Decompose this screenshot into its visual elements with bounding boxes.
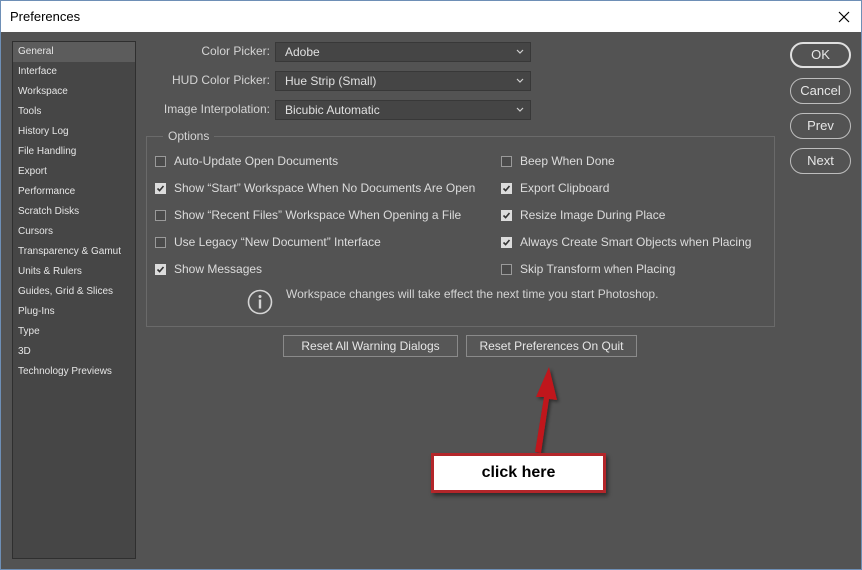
checkbox[interactable] [501, 263, 512, 275]
checkmark-icon [502, 184, 511, 192]
checkbox[interactable] [155, 209, 166, 221]
checkbox[interactable] [155, 236, 166, 248]
color-picker-select[interactable]: Adobe [275, 42, 531, 62]
option-label: Always Create Smart Objects when Placing [520, 235, 752, 249]
hud-color-picker-label: HUD Color Picker: [171, 73, 270, 87]
checkbox[interactable] [501, 155, 512, 167]
hud-color-picker-select[interactable]: Hue Strip (Small) [275, 71, 531, 91]
chevron-down-icon [516, 78, 524, 83]
option-checkbox-row[interactable]: Auto-Update Open Documents [155, 153, 338, 169]
checkmark-icon [156, 184, 165, 192]
sidebar: General Interface Workspace Tools History Lo… [12, 41, 136, 559]
hud-color-picker-value: Hue Strip (Small) [285, 74, 377, 88]
option-checkbox-row[interactable]: Skip Transform when Placing [501, 261, 675, 277]
option-label: Show “Start” Workspace When No Documents… [174, 181, 476, 195]
checkmark-icon [156, 265, 165, 273]
reset-preferences-on-quit-button[interactable]: Reset Preferences On Quit [466, 335, 637, 357]
checkmark-icon [502, 211, 511, 219]
color-picker-label: Color Picker: [201, 44, 270, 58]
sidebar-item-export[interactable]: Export [13, 162, 135, 182]
sidebar-item-type[interactable]: Type [13, 322, 135, 342]
preferences-dialog: Preferences General Interface Workspace Too… [0, 0, 862, 570]
chevron-down-icon [516, 49, 524, 54]
close-icon [838, 11, 850, 22]
checkbox[interactable] [155, 155, 166, 167]
checkbox[interactable] [501, 236, 512, 248]
option-checkbox-row[interactable]: Use Legacy “New Document” Interface [155, 234, 381, 250]
sidebar-item-transparency-gamut[interactable]: Transparency & Gamut [13, 242, 135, 262]
checkbox[interactable] [501, 182, 512, 194]
info-message: Workspace changes will take effect the n… [286, 287, 659, 301]
option-checkbox-row[interactable]: Show Messages [155, 261, 262, 277]
image-interpolation-value: Bicubic Automatic [285, 103, 380, 117]
sidebar-item-units-rulers[interactable]: Units & Rulers [13, 262, 135, 282]
sidebar-item-cursors[interactable]: Cursors [13, 222, 135, 242]
chevron-down-icon [516, 107, 524, 112]
window-title: Preferences [10, 9, 81, 24]
dialog-body: General Interface Workspace Tools History Lo… [1, 32, 861, 569]
option-label: Use Legacy “New Document” Interface [174, 235, 381, 249]
next-button[interactable]: Next [790, 148, 851, 174]
sidebar-item-scratch-disks[interactable]: Scratch Disks [13, 202, 135, 222]
image-interpolation-select[interactable]: Bicubic Automatic [275, 100, 531, 120]
title-bar: Preferences [1, 1, 861, 32]
prev-button[interactable]: Prev [790, 113, 851, 139]
sidebar-item-performance[interactable]: Performance [13, 182, 135, 202]
sidebar-item-technology-previews[interactable]: Technology Previews [13, 362, 135, 382]
color-picker-value: Adobe [285, 45, 320, 59]
option-checkbox-row[interactable]: Show “Recent Files” Workspace When Openi… [155, 207, 461, 223]
option-label: Export Clipboard [520, 181, 610, 195]
option-label: Resize Image During Place [520, 208, 666, 222]
sidebar-item-history-log[interactable]: History Log [13, 122, 135, 142]
image-interpolation-label: Image Interpolation: [163, 102, 270, 116]
checkmark-icon [502, 238, 511, 246]
checkbox[interactable] [155, 182, 166, 194]
ok-button[interactable]: OK [790, 42, 851, 68]
reset-warning-dialogs-button[interactable]: Reset All Warning Dialogs [283, 335, 458, 357]
option-label: Show “Recent Files” Workspace When Openi… [174, 208, 462, 222]
option-checkbox-row[interactable]: Beep When Done [501, 153, 615, 169]
checkbox[interactable] [501, 209, 512, 221]
cancel-button[interactable]: Cancel [790, 78, 851, 104]
options-title: Options [163, 129, 215, 143]
close-button[interactable] [827, 1, 861, 32]
option-checkbox-row[interactable]: Show “Start” Workspace When No Documents… [155, 180, 475, 196]
option-label: Beep When Done [520, 154, 615, 168]
sidebar-item-file-handling[interactable]: File Handling [13, 142, 135, 162]
click-here-callout: click here [431, 453, 606, 493]
option-checkbox-row[interactable]: Resize Image During Place [501, 207, 665, 223]
option-checkbox-row[interactable]: Always Create Smart Objects when Placing [501, 234, 751, 250]
option-checkbox-row[interactable]: Export Clipboard [501, 180, 609, 196]
sidebar-item-plug-ins[interactable]: Plug-Ins [13, 302, 135, 322]
checkbox[interactable] [155, 263, 166, 275]
option-label: Auto-Update Open Documents [174, 154, 339, 168]
option-label: Skip Transform when Placing [520, 262, 676, 276]
info-icon [247, 289, 273, 315]
sidebar-item-guides-grid-slices[interactable]: Guides, Grid & Slices [13, 282, 135, 302]
option-label: Show Messages [174, 262, 263, 276]
sidebar-item-3d[interactable]: 3D [13, 342, 135, 362]
